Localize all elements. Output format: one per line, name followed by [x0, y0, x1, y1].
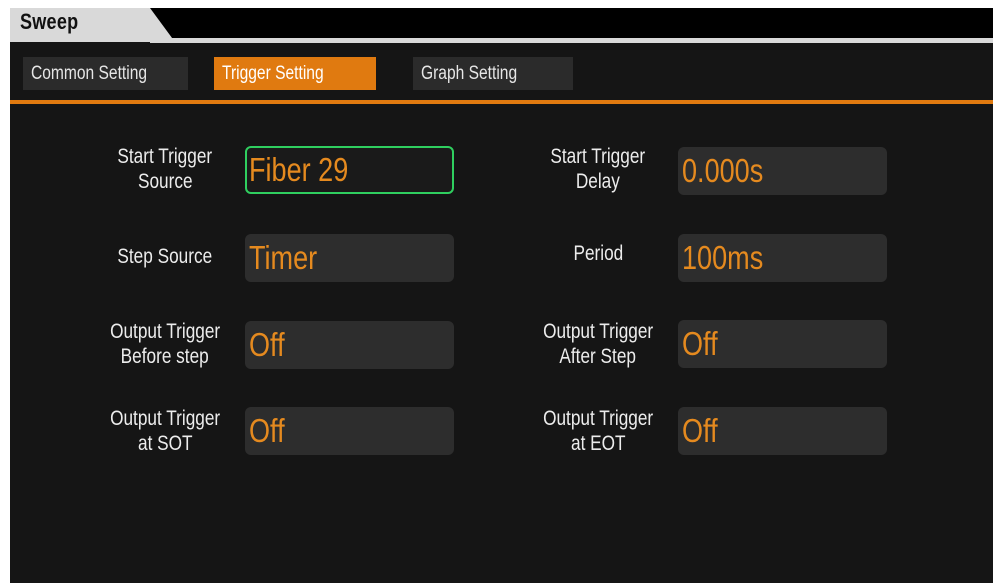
output-trigger-after-step-label: Output Trigger After Step	[542, 320, 654, 368]
output-trigger-at-eot-field[interactable]: Off	[678, 407, 887, 455]
output-trigger-after-step-field[interactable]: Off	[678, 320, 887, 368]
tab-trigger-setting[interactable]: Trigger Setting	[214, 57, 376, 90]
start-trigger-source-label: Start Trigger Source	[117, 145, 213, 193]
start-trigger-delay-field[interactable]: 0.000s	[678, 147, 887, 195]
output-trigger-before-step-field[interactable]: Off	[245, 321, 454, 369]
output-trigger-at-eot-value: Off	[682, 412, 718, 449]
step-source-value: Timer	[249, 239, 318, 276]
window-title: Sweep	[20, 9, 79, 34]
title-bar: Sweep	[10, 8, 993, 43]
step-source-label: Step Source	[117, 245, 213, 268]
start-trigger-source-field[interactable]: Fiber 29	[245, 146, 454, 194]
period-field[interactable]: 100ms	[678, 234, 887, 282]
active-tab-underline	[10, 100, 993, 104]
output-trigger-after-step-value: Off	[682, 325, 718, 362]
tab-common-setting-label: Common Setting	[31, 63, 148, 84]
tab-graph-setting-label: Graph Setting	[421, 63, 518, 84]
start-trigger-source-value: Fiber 29	[249, 151, 349, 188]
tab-trigger-setting-label: Trigger Setting	[222, 63, 324, 84]
period-value: 100ms	[682, 239, 764, 276]
output-trigger-before-step-value: Off	[249, 326, 285, 363]
start-trigger-delay-value: 0.000s	[682, 152, 764, 189]
output-trigger-at-sot-value: Off	[249, 412, 285, 449]
period-label: Period	[573, 242, 623, 265]
tab-bar: Common Setting Trigger Setting Graph Set…	[10, 43, 993, 100]
output-trigger-at-eot-label: Output Trigger at EOT	[542, 407, 654, 455]
start-trigger-delay-label: Start Trigger Delay	[550, 145, 646, 193]
output-trigger-at-sot-field[interactable]: Off	[245, 407, 454, 455]
title-tab: Sweep	[10, 8, 175, 42]
sweep-screen: Sweep Common Setting Trigger Setting Gra…	[10, 8, 993, 583]
step-source-field[interactable]: Timer	[245, 234, 454, 282]
output-trigger-before-step-label: Output Trigger Before step	[109, 320, 221, 368]
tab-common-setting[interactable]: Common Setting	[23, 57, 188, 90]
output-trigger-at-sot-label: Output Trigger at SOT	[109, 407, 221, 455]
tab-graph-setting[interactable]: Graph Setting	[413, 57, 573, 90]
